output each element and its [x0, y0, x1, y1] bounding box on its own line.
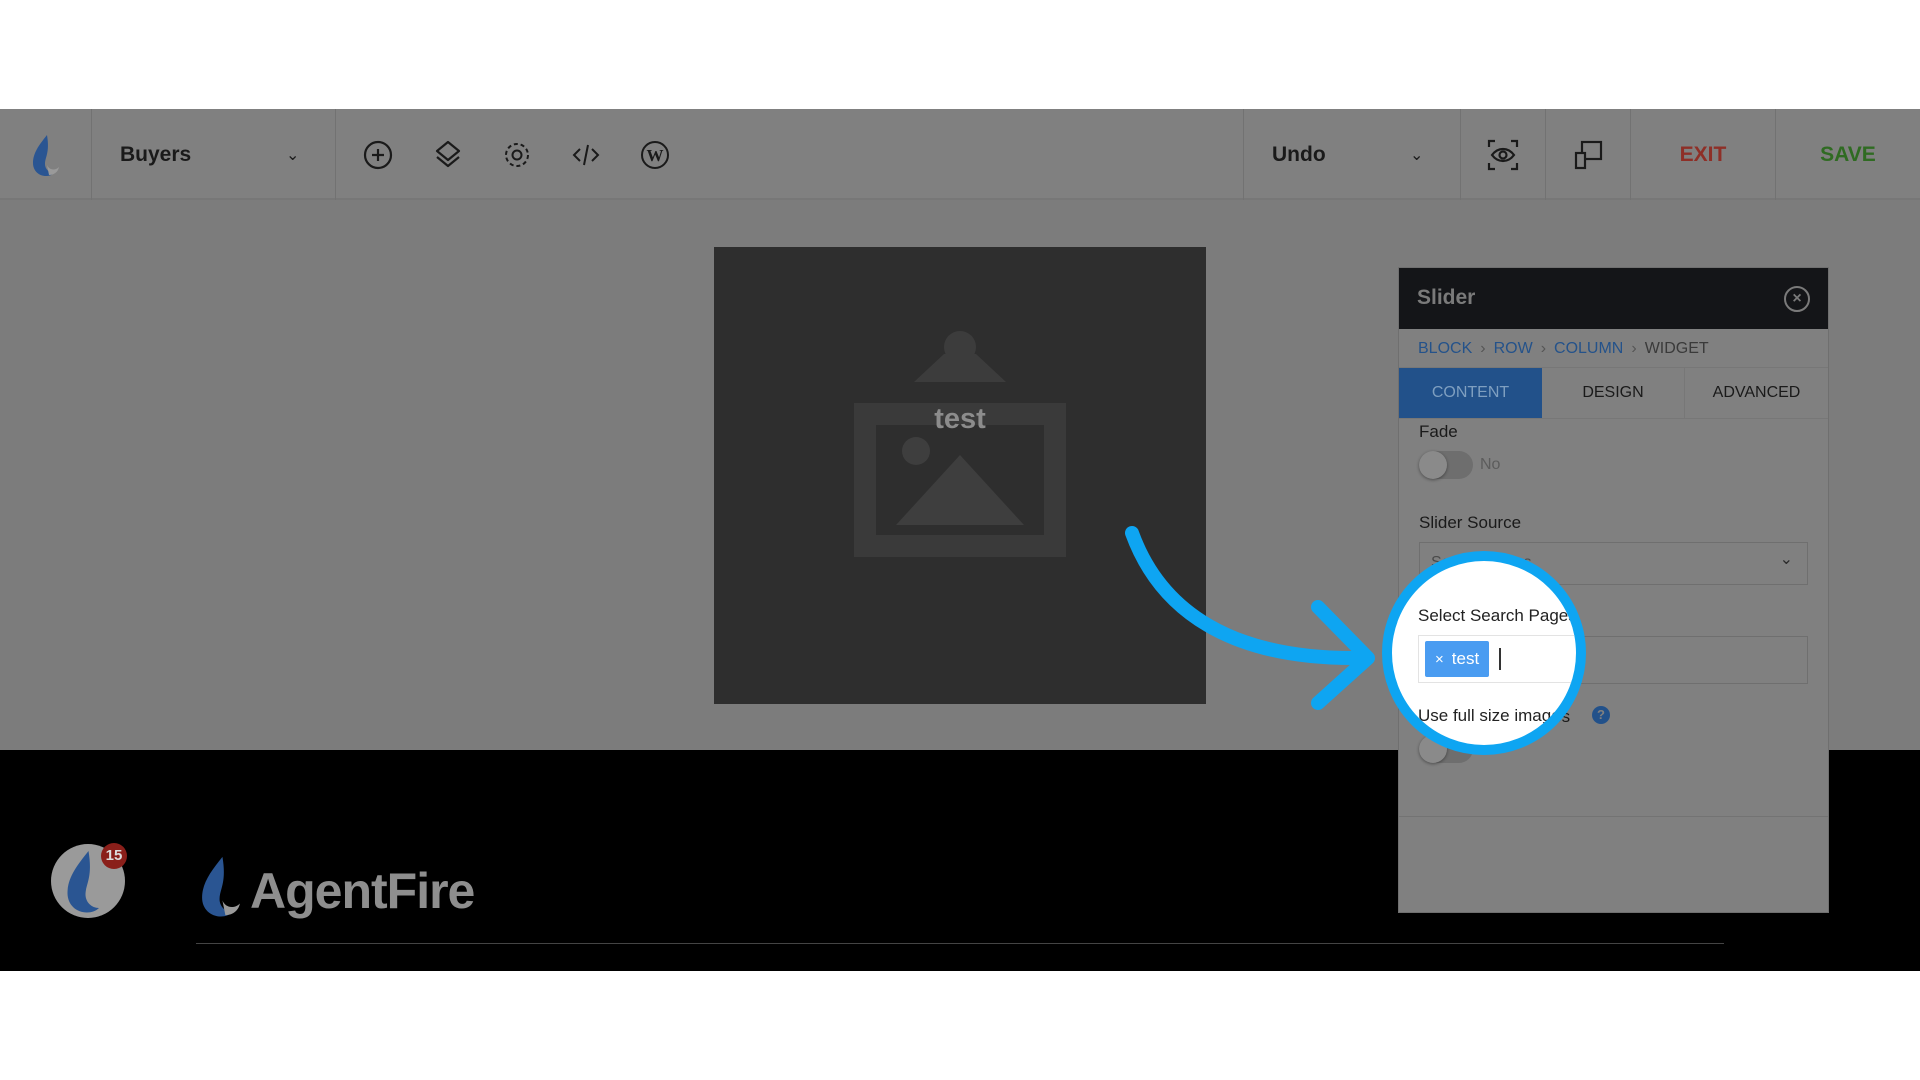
tag-remove-icon[interactable]: × [1435, 651, 1444, 668]
full-size-label-zoomed: Use full size images [1418, 706, 1570, 725]
select-pages-label-zoomed: Select Search Pages [1418, 606, 1577, 625]
callout-arrow-icon [1125, 526, 1375, 710]
tag-chip: × test [1425, 641, 1490, 677]
tag-label: test [1451, 649, 1480, 668]
magnifier-highlight: Select Search Pages × test Use full size… [1382, 551, 1586, 755]
text-cursor [1499, 648, 1501, 670]
select-pages-input-zoomed[interactable]: × test [1418, 635, 1576, 683]
